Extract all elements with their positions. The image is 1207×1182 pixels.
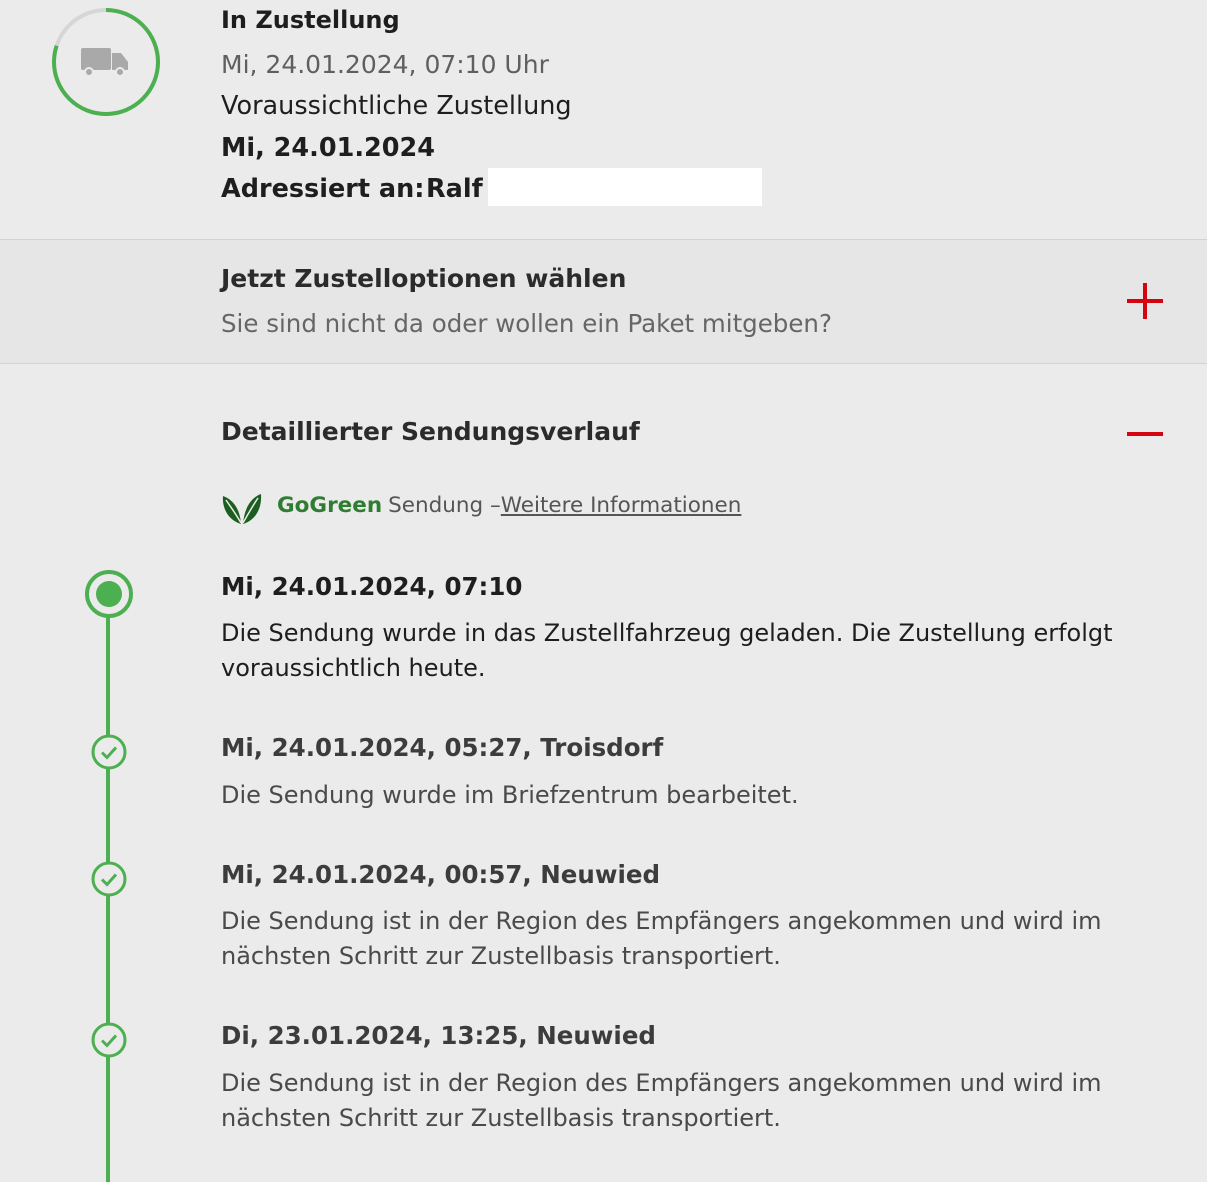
event-description: Die Sendung ist in der Region des Empfän… <box>221 907 1102 970</box>
gogreen-brand: GoGreen <box>277 493 383 518</box>
event-timestamp: Mi, 24.01.2024, 00:57, Neuwied <box>221 860 661 889</box>
timeline-node-done <box>90 1021 128 1063</box>
event-description: Die Sendung wurde im Briefzentrum bearbe… <box>221 781 799 809</box>
timeline-node-current <box>84 569 134 623</box>
truck-icon <box>81 48 128 77</box>
event-timestamp: Di, 23.01.2024, 13:25, Neuwied <box>221 1021 656 1050</box>
event-timestamp: Mi, 24.01.2024, 07:10 <box>221 572 523 601</box>
event-description: Die Sendung wurde in das Zustellfahrzeug… <box>221 619 1113 682</box>
delivery-options-panel[interactable] <box>0 239 1207 364</box>
eta-label: Voraussichtliche Zustellung <box>221 91 572 121</box>
check-icon <box>91 1022 127 1058</box>
event-description: Die Sendung ist in der Region des Empfän… <box>221 1069 1102 1132</box>
addressed-name: Ralf <box>426 174 483 204</box>
redacted-surname <box>488 168 762 206</box>
status-title: In Zustellung <box>221 6 400 34</box>
delivery-options-title[interactable]: Jetzt Zustelloptionen wählen <box>221 264 626 293</box>
addressed-label: Adressiert an: <box>221 174 425 204</box>
delivery-progress-ring <box>52 8 160 116</box>
check-icon <box>91 861 127 897</box>
gogreen-notice: GoGreen Sendung –Weitere Informationen <box>277 493 741 518</box>
eta-date: Mi, 24.01.2024 <box>221 133 435 163</box>
gogreen-info-link[interactable]: Weitere Informationen <box>501 493 742 518</box>
timeline-node-done <box>90 860 128 902</box>
event-timestamp: Mi, 24.01.2024, 05:27, Troisdorf <box>221 733 664 762</box>
gogreen-text: Sendung – <box>388 493 501 518</box>
check-icon <box>91 734 127 770</box>
timeline-node-done <box>90 733 128 775</box>
leaf-icon <box>222 494 262 524</box>
status-timestamp: Mi, 24.01.2024, 07:10 Uhr <box>221 50 549 79</box>
delivery-options-subtitle: Sie sind nicht da oder wollen ein Paket … <box>221 309 832 338</box>
plus-icon[interactable] <box>1124 280 1166 322</box>
history-title[interactable]: Detaillierter Sendungsverlauf <box>221 417 640 446</box>
current-step-icon <box>85 570 133 618</box>
minus-icon[interactable] <box>1124 420 1166 448</box>
